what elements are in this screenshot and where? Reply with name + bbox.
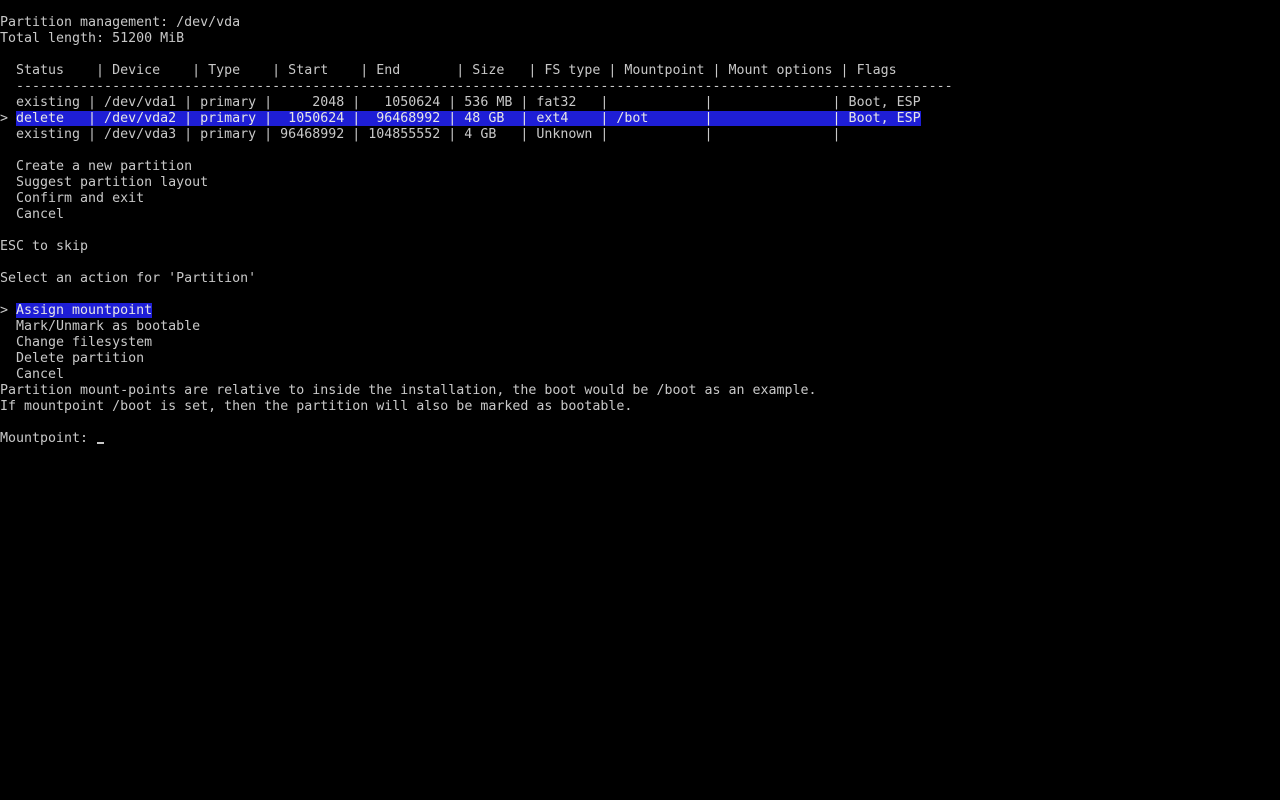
installer-output: Partition management: /dev/vda Total len… bbox=[0, 15, 1280, 447]
partition-row-vda1[interactable]: existing | /dev/vda1 | primary | 2048 | … bbox=[0, 95, 1280, 111]
help-text-line-2: If mountpoint /boot is set, then the par… bbox=[0, 399, 633, 414]
action-item-label: Mark/Unmark as bootable bbox=[16, 319, 201, 334]
action-item-delete-partition[interactable]: Delete partition bbox=[0, 351, 1280, 367]
partition-row-vda3[interactable]: existing | /dev/vda3 | primary | 9646899… bbox=[0, 127, 1280, 143]
action-item-label: Change filesystem bbox=[16, 335, 153, 350]
menu-item-create-partition[interactable]: Create a new partition bbox=[0, 159, 1280, 175]
action-prompt: Select an action for 'Partition' bbox=[0, 271, 257, 286]
action-item-toggle-bootable[interactable]: Mark/Unmark as bootable bbox=[0, 319, 1280, 335]
action-item-assign-mountpoint-selected[interactable]: > Assign mountpoint bbox=[0, 303, 1280, 319]
page-title: Partition management: /dev/vda bbox=[0, 15, 241, 30]
partition-table-header: Status | Device | Type | Start | End | S… bbox=[0, 63, 1280, 79]
mountpoint-prompt[interactable]: Mountpoint: bbox=[0, 431, 1280, 447]
menu-item-label: Create a new partition bbox=[16, 159, 193, 174]
partition-row-text: existing | /dev/vda1 | primary | 2048 | … bbox=[16, 95, 921, 110]
menu-item-label: Confirm and exit bbox=[16, 191, 145, 206]
action-item-change-filesystem[interactable]: Change filesystem bbox=[0, 335, 1280, 351]
selection-pointer-icon: > bbox=[0, 303, 9, 318]
partition-table-separator: ----------------------------------------… bbox=[0, 79, 1280, 95]
selection-pointer-icon: > bbox=[0, 111, 9, 126]
total-length-text: Total length: 51200 MiB bbox=[0, 31, 185, 46]
partition-row-text: existing | /dev/vda3 | primary | 9646899… bbox=[16, 127, 841, 142]
help-text-line-1: Partition mount-points are relative to i… bbox=[0, 383, 817, 398]
terminal-screen: { "header": { "title": "Partition manage… bbox=[0, 0, 1280, 800]
menu-item-suggest-layout[interactable]: Suggest partition layout bbox=[0, 175, 1280, 191]
table-header-text: Status | Device | Type | Start | End | S… bbox=[16, 63, 897, 78]
menu-item-cancel[interactable]: Cancel bbox=[0, 207, 1280, 223]
mountpoint-label: Mountpoint: bbox=[0, 431, 89, 446]
esc-hint: ESC to skip bbox=[0, 239, 89, 254]
partition-row-text: delete | /dev/vda2 | primary | 1050624 |… bbox=[16, 111, 921, 126]
action-item-label: Delete partition bbox=[16, 351, 145, 366]
separator-text: ----------------------------------------… bbox=[16, 79, 953, 94]
menu-item-confirm-exit[interactable]: Confirm and exit bbox=[0, 191, 1280, 207]
partition-row-vda2-selected[interactable]: > delete | /dev/vda2 | primary | 1050624 … bbox=[0, 111, 1280, 127]
menu-item-label: Suggest partition layout bbox=[16, 175, 209, 190]
action-item-cancel[interactable]: Cancel bbox=[0, 367, 1280, 383]
menu-item-label: Cancel bbox=[16, 207, 65, 222]
action-item-label: Assign mountpoint bbox=[16, 303, 153, 318]
text-cursor-icon bbox=[97, 442, 105, 444]
action-item-label: Cancel bbox=[16, 367, 65, 382]
